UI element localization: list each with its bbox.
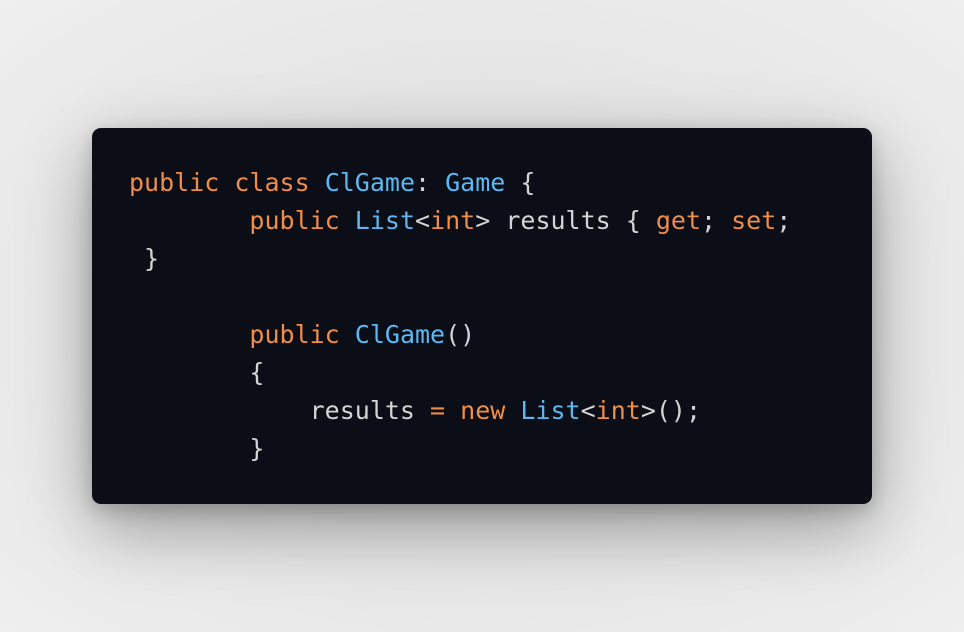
code-type-name: ClGame — [354, 320, 446, 349]
code-keyword: = — [430, 396, 446, 425]
code-keyword: int — [430, 206, 476, 235]
code-text: { — [505, 168, 536, 197]
code-keyword: int — [595, 396, 641, 425]
code-line: } — [129, 430, 791, 468]
code-keyword: public — [129, 168, 220, 197]
code-line: } — [129, 240, 791, 278]
code-keyword: get — [655, 206, 702, 235]
code-keyword: public — [249, 320, 340, 349]
code-text: >(); — [640, 396, 702, 425]
code-text: results — [129, 396, 431, 425]
code-keyword: public — [249, 206, 340, 235]
code-text: < — [580, 396, 596, 425]
code-snippet-card: public class ClGame: Game { public List<… — [92, 128, 872, 504]
code-line: public List<int> results { get; set; — [129, 202, 791, 240]
code-type-name: List — [354, 206, 416, 235]
code-type-name: Game — [445, 168, 506, 197]
code-text: < — [415, 206, 431, 235]
code-type-name: List — [520, 396, 581, 425]
code-text: { — [129, 358, 265, 387]
code-line: results = new List<int>(); — [129, 392, 791, 430]
code-text: : — [415, 168, 446, 197]
code-text: () — [445, 320, 476, 349]
code-line: { — [129, 354, 791, 392]
code-text: ; — [776, 206, 792, 235]
code-text: } — [129, 434, 265, 463]
code-line: public ClGame() — [129, 316, 791, 354]
code-text: ; — [701, 206, 732, 235]
code-line: public class ClGame: Game { — [129, 164, 791, 202]
code-block[interactable]: public class ClGame: Game { public List<… — [129, 164, 791, 468]
code-type-name: ClGame — [324, 168, 416, 197]
code-text: > results { — [475, 206, 656, 235]
code-text: } — [129, 244, 160, 273]
code-keyword: set — [731, 206, 777, 235]
code-keyword: new — [460, 396, 506, 425]
code-keyword: class — [234, 168, 310, 197]
